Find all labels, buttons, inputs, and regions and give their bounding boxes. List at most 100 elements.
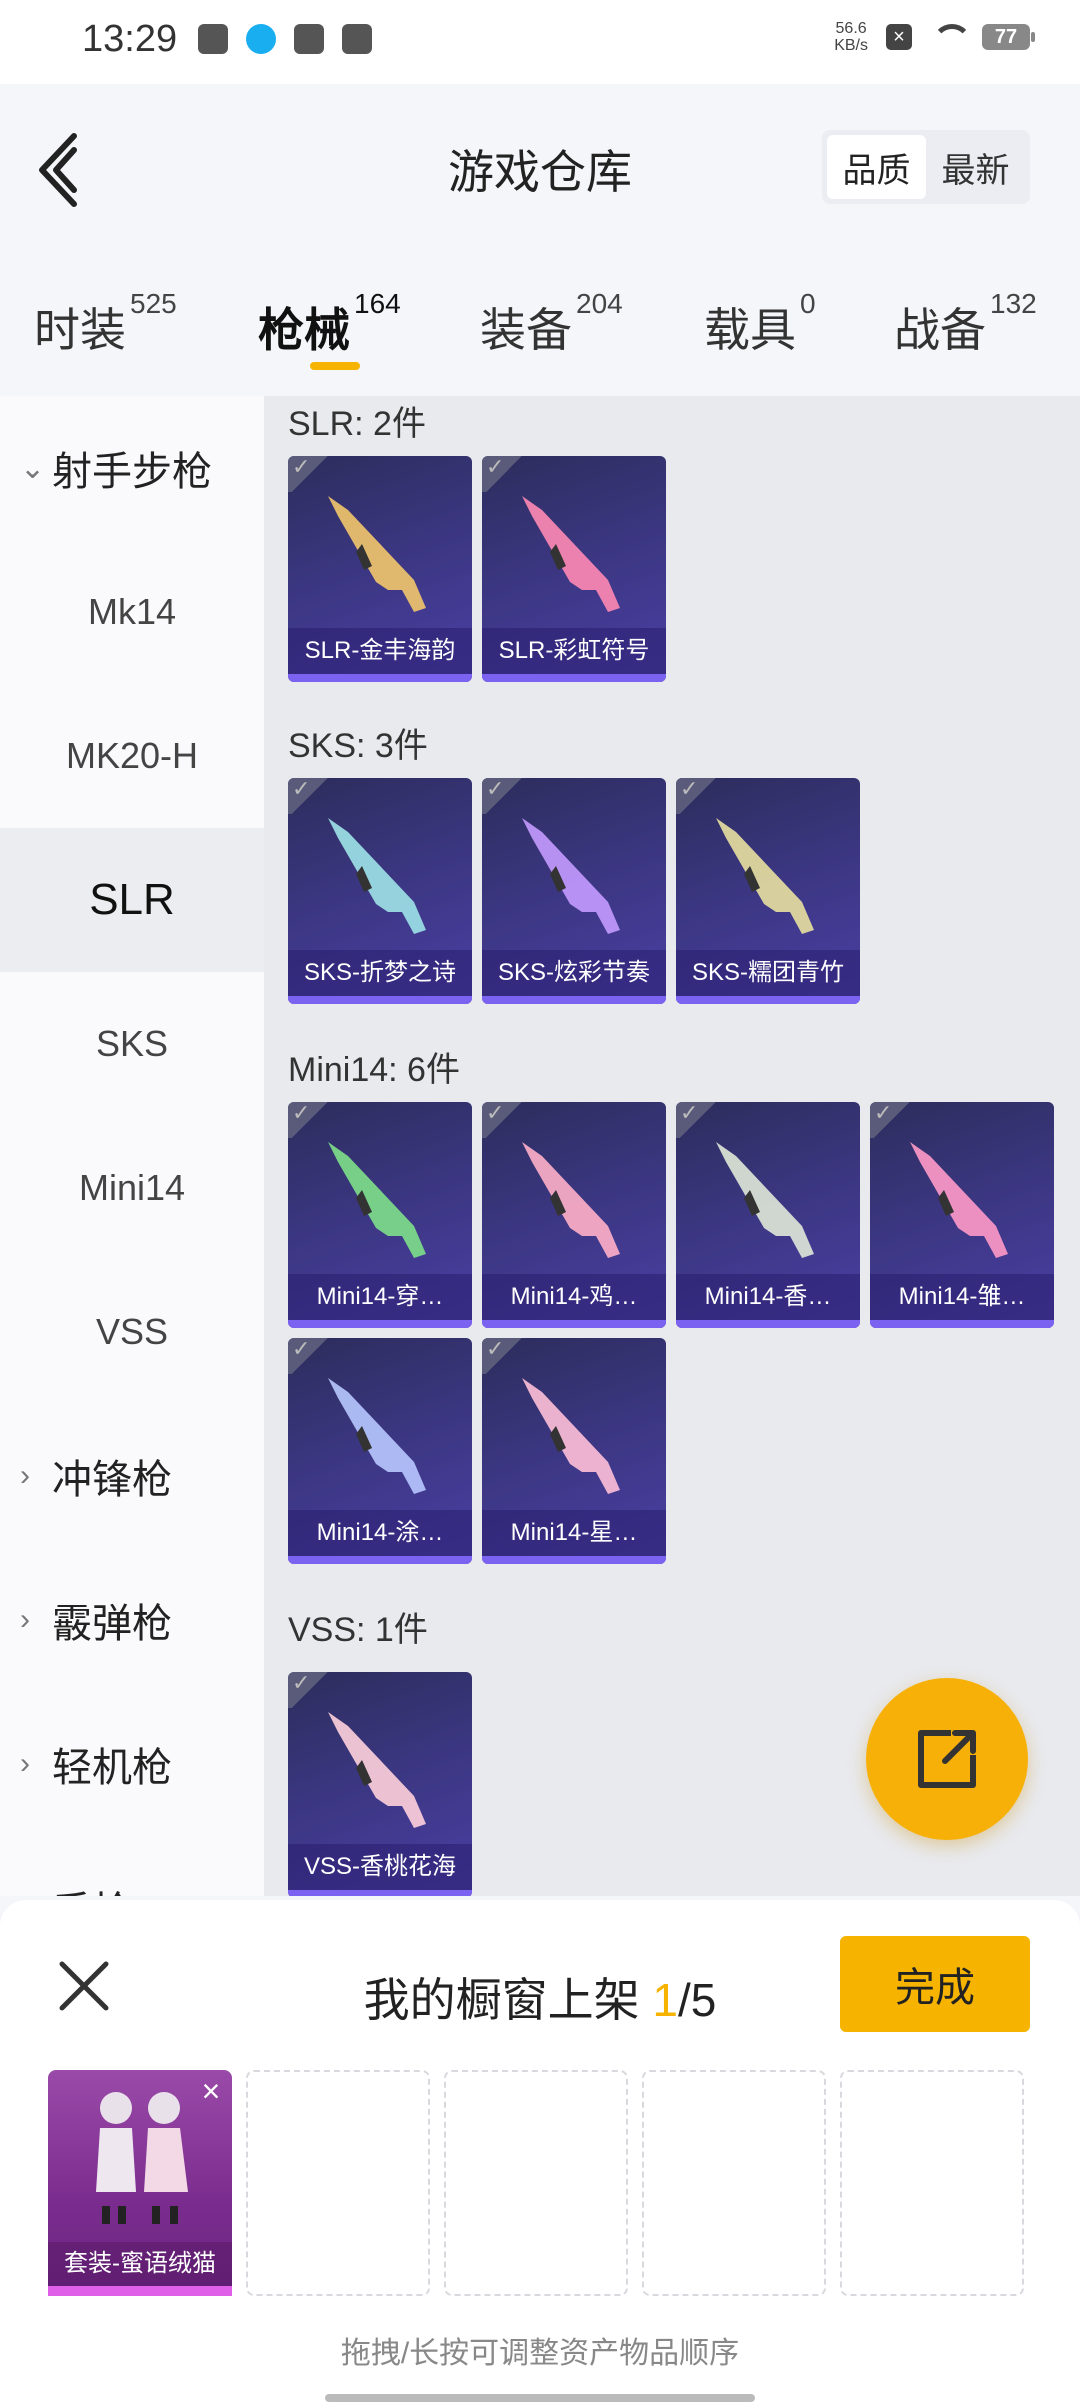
showcase-count-current: 1	[652, 1974, 678, 2026]
home-indicator	[325, 2394, 755, 2402]
weapon-skin-card[interactable]: Mini14-星…	[482, 1338, 666, 1564]
sort-quality[interactable]: 品质	[827, 135, 926, 199]
weapon-skin-card[interactable]: SKS-折梦之诗	[288, 778, 472, 1004]
weapon-skin-label: Mini14-雏…	[870, 1274, 1054, 1320]
rarity-bar	[48, 2286, 232, 2296]
weapon-image	[522, 496, 620, 612]
rarity-bar	[482, 996, 666, 1004]
showcase-slot-empty[interactable]	[642, 2070, 826, 2296]
section-title-slr: SLR: 2件	[288, 405, 426, 443]
system-icons: 56.6 KB/s × 77	[834, 20, 1035, 54]
chevron-down-icon: ⌄	[20, 451, 46, 485]
weapon-skin-label: VSS-香桃花海	[288, 1844, 472, 1890]
tab-guns[interactable]: 枪械164	[258, 288, 401, 360]
status-time: 13:29	[82, 18, 178, 60]
weapon-skin-card[interactable]: SLR-彩虹符号	[482, 456, 666, 682]
weapon-skin-card[interactable]: Mini14-香…	[676, 1102, 860, 1328]
weapon-skin-label: SKS-折梦之诗	[288, 950, 472, 996]
rarity-bar	[482, 674, 666, 682]
weapon-image	[328, 818, 426, 934]
rarity-bar	[288, 996, 472, 1004]
showcase-slot-empty[interactable]	[444, 2070, 628, 2296]
rarity-bar	[288, 674, 472, 682]
weapon-image	[716, 1142, 814, 1258]
weapon-skin-label: SKS-炫彩节奏	[482, 950, 666, 996]
weapon-skin-label: Mini14-穿…	[288, 1274, 472, 1320]
weapon-skin-card[interactable]: Mini14-穿…	[288, 1102, 472, 1328]
showcase-slot-empty[interactable]	[840, 2070, 1024, 2296]
weapon-skin-label: SLR-彩虹符号	[482, 628, 666, 674]
weapon-image	[328, 1142, 426, 1258]
rarity-bar	[870, 1320, 1054, 1328]
rarity-bar	[288, 1890, 472, 1896]
tab-equipment[interactable]: 装备204	[480, 288, 623, 360]
sort-toggle: 品质 最新	[822, 130, 1030, 204]
weapon-skin-card[interactable]: Mini14-雏…	[870, 1102, 1054, 1328]
weapon-skin-label: Mini14-鸡…	[482, 1274, 666, 1320]
header: 游戏仓库 品质 最新	[0, 84, 1080, 254]
sidebar-item-slr[interactable]: SLR	[0, 828, 264, 972]
tab-supplies[interactable]: 战备132	[894, 288, 1037, 360]
sidebar-item-mk20h[interactable]: MK20-H	[0, 684, 264, 828]
sidebar-group-marksman-rifles[interactable]: ⌄ 射手步枪	[0, 396, 264, 540]
net-speed: 56.6 KB/s	[834, 20, 868, 54]
chevron-right-icon: ›	[20, 1459, 30, 1492]
section-title-vss: VSS: 1件	[288, 1611, 428, 1649]
showcase-slot-filled[interactable]: × 套装-蜜语绒猫	[48, 2070, 232, 2296]
mail-icon	[342, 24, 372, 54]
gallery-icon	[198, 24, 228, 54]
wifi-icon	[930, 24, 972, 50]
sort-newest[interactable]: 最新	[926, 135, 1025, 199]
weapon-image	[910, 1142, 1008, 1258]
share-button[interactable]	[866, 1678, 1028, 1840]
share-icon	[918, 1730, 976, 1788]
rarity-bar	[288, 1556, 472, 1564]
tab-fashion[interactable]: 时装525	[34, 288, 177, 360]
status-bar: 13:29 56.6 KB/s × 77	[0, 0, 1080, 84]
app-icon	[294, 24, 324, 54]
weapon-sidebar: ⌄ 射手步枪 Mk14 MK20-H SLR SKS Mini14 VSS › 冲锋…	[0, 396, 264, 1896]
reorder-hint: 拖拽/长按可调整资产物品顺序	[340, 2337, 740, 2370]
weapon-image	[522, 818, 620, 934]
notification-icons	[198, 24, 372, 54]
weapon-skin-label: Mini14-涂…	[288, 1510, 472, 1556]
chevron-right-icon: ›	[20, 1891, 40, 1896]
sidebar-item-mk14[interactable]: Mk14	[0, 540, 264, 684]
net-speed-unit: KB/s	[834, 37, 868, 54]
remove-item-icon[interactable]: ×	[196, 2075, 226, 2107]
rarity-bar	[482, 1320, 666, 1328]
weapon-skin-card[interactable]: Mini14-鸡…	[482, 1102, 666, 1328]
sidebar-item-mini14[interactable]: Mini14	[0, 1116, 264, 1260]
chevron-right-icon: ›	[20, 1747, 30, 1780]
weapon-skin-card[interactable]: SKS-糯团青竹	[676, 778, 860, 1004]
weapon-skin-label: SKS-糯团青竹	[676, 950, 860, 996]
outfit-image	[96, 2092, 188, 2224]
net-speed-value: 56.6	[835, 20, 867, 37]
weapon-skin-card[interactable]: SKS-炫彩节奏	[482, 778, 666, 1004]
no-sim-icon: ×	[886, 24, 912, 50]
category-tabs: 时装525 枪械164 装备204 载具0 战备132	[0, 254, 1080, 394]
sidebar-item-vss[interactable]: VSS	[0, 1260, 264, 1404]
slot-item-label: 套装-蜜语绒猫	[48, 2242, 232, 2286]
showcase-sheet: 我的橱窗上架 1/5 完成 × 套装-蜜语绒猫 拖拽/长按可调整资产物品顺序	[0, 1900, 1080, 2408]
weapon-skin-card[interactable]: Mini14-涂…	[288, 1338, 472, 1564]
weapon-skin-card[interactable]: SLR-金丰海韵	[288, 456, 472, 682]
weapon-grid: SLR: 2件 SKS: 3件 Mini14: 6件 VSS: 1件 SLR-金…	[264, 396, 1080, 1896]
weapon-image	[328, 1712, 426, 1828]
sidebar-group-lmg[interactable]: › 轻机枪	[0, 1692, 264, 1836]
section-title-sks: SKS: 3件	[288, 727, 428, 765]
sidebar-item-sks[interactable]: SKS	[0, 972, 264, 1116]
sidebar-group-smg[interactable]: › 冲锋枪	[0, 1404, 264, 1548]
weapon-image	[716, 818, 814, 934]
active-tab-indicator	[310, 362, 360, 370]
tab-vehicles[interactable]: 载具0	[704, 288, 816, 360]
rarity-bar	[482, 1556, 666, 1564]
weapon-skin-card[interactable]: VSS-香桃花海	[288, 1672, 472, 1896]
weapon-skin-label: SLR-金丰海韵	[288, 628, 472, 674]
showcase-slot-empty[interactable]	[246, 2070, 430, 2296]
sidebar-group-pistol[interactable]: ›手枪	[0, 1836, 264, 1896]
done-button[interactable]: 完成	[840, 1936, 1030, 2032]
sidebar-group-shotgun[interactable]: › 霰弹枪	[0, 1548, 264, 1692]
rarity-bar	[288, 1320, 472, 1328]
chevron-right-icon: ›	[20, 1603, 30, 1636]
